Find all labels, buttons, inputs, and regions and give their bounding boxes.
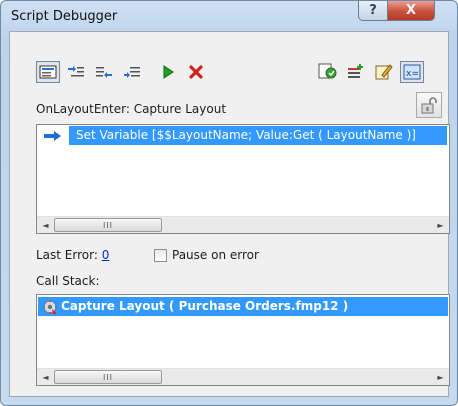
unlocked-padlock-icon (421, 97, 437, 114)
window-title: Script Debugger (11, 9, 118, 24)
script-header-label: OnLayoutEnter: Capture Layout (36, 102, 227, 116)
call-stack-label: Call Stack: (36, 274, 100, 288)
data-viewer-icon: x= (403, 64, 421, 80)
script-steps-list[interactable]: Set Variable [$$LayoutName; Value:Get ( … (36, 124, 450, 234)
scroll-right-icon[interactable]: ► (432, 217, 449, 233)
script-gear-icon (43, 299, 57, 314)
title-bar[interactable]: Script Debugger ? X (1, 1, 457, 31)
step-out-button[interactable] (92, 61, 116, 83)
set-clear-breakpoint-button[interactable] (344, 61, 368, 83)
halt-script-button[interactable] (184, 61, 208, 83)
step-button[interactable] (36, 61, 60, 83)
call-stack-hscrollbar[interactable]: ◄ III ► (37, 368, 449, 385)
scroll-left-icon[interactable]: ◄ (37, 217, 54, 233)
step-into-icon (68, 66, 84, 77)
scroll-right-icon[interactable]: ► (432, 369, 449, 385)
edit-script-icon (318, 63, 337, 79)
last-error-label: Last Error: 0 (36, 248, 109, 262)
script-debugger-window: Script Debugger ? X x= OnLayoutEnter: Ca… (0, 0, 458, 406)
last-error-caption: Last Error: (36, 248, 98, 262)
svg-text:x=: x= (406, 69, 419, 79)
scroll-left-icon[interactable]: ◄ (37, 369, 54, 385)
breakpoint-icon (348, 64, 363, 78)
step-into-button[interactable] (64, 61, 88, 83)
scroll-thumb[interactable]: III (54, 218, 162, 232)
scroll-thumb[interactable]: III (54, 370, 162, 384)
data-viewer-button[interactable]: x= (400, 61, 424, 83)
script-step-row[interactable]: Set Variable [$$LayoutName; Value:Get ( … (69, 126, 447, 145)
call-stack-text: Capture Layout ( Purchase Orders.fmp12 ) (61, 299, 349, 313)
help-button[interactable]: ? (358, 1, 388, 21)
set-next-step-icon (124, 67, 140, 78)
step-icon (39, 65, 57, 79)
last-error-link[interactable]: 0 (102, 248, 110, 262)
edit-script-button[interactable] (316, 61, 340, 83)
close-button[interactable]: X (387, 1, 435, 21)
lock-button[interactable] (416, 92, 442, 118)
script-step-text: Set Variable [$$LayoutName; Value:Get ( … (76, 128, 416, 142)
script-notes-button[interactable] (372, 61, 396, 83)
close-icon: X (405, 3, 417, 18)
play-icon (163, 65, 174, 79)
debugger-client-area: x= OnLayoutEnter: Capture Layout Set Var… (9, 31, 450, 397)
notepad-pencil-icon (375, 64, 393, 80)
current-step-arrow-icon (44, 131, 61, 141)
help-icon: ? (369, 3, 377, 18)
pause-on-error-checkbox[interactable] (154, 249, 167, 262)
set-next-step-button[interactable] (120, 61, 144, 83)
pause-on-error-label[interactable]: Pause on error (172, 248, 259, 262)
call-stack-list[interactable]: Capture Layout ( Purchase Orders.fmp12 )… (36, 294, 450, 386)
halt-icon (189, 65, 203, 79)
run-button[interactable] (156, 61, 180, 83)
call-stack-row[interactable]: Capture Layout ( Purchase Orders.fmp12 ) (38, 297, 448, 316)
script-list-hscrollbar[interactable]: ◄ III ► (37, 216, 449, 233)
step-out-icon (96, 67, 112, 78)
